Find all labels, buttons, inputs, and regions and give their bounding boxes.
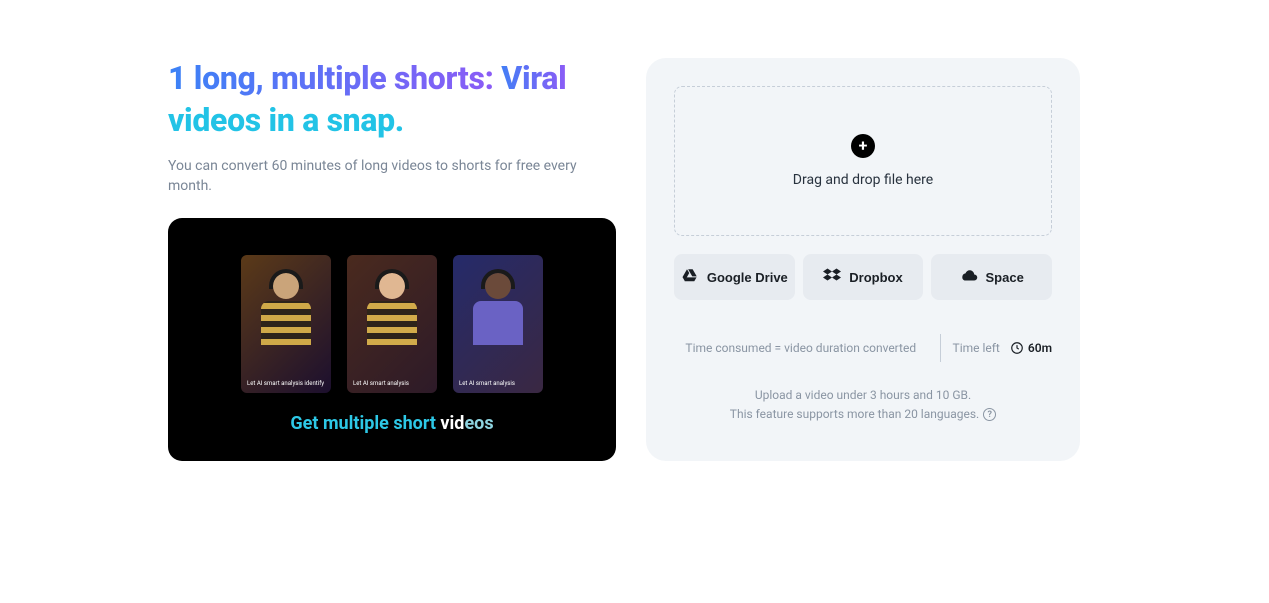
space-button[interactable]: Space [931,254,1052,300]
time-left-block: Time left 60m [953,341,1052,355]
time-left-value: 60m [1028,341,1052,355]
dropbox-button[interactable]: Dropbox [803,254,924,300]
upload-panel: + Drag and drop file here Google Drive D… [646,58,1080,461]
dropzone-text: Drag and drop file here [793,172,933,188]
clock-icon [1010,341,1024,355]
headline-accent-2: Viral [494,59,567,97]
cloud-icon [960,267,978,288]
limits-line2: This feature supports more than 20 langu… [730,405,979,424]
divider [940,334,941,362]
short-caption: Let AI smart analysis [459,380,515,387]
headline-accent: 1 long, multiple shorts: [168,59,494,97]
info-row: Time consumed = video duration converted… [674,334,1052,362]
left-panel: 1 long, multiple shorts: Viral videos in… [168,58,616,461]
google-drive-label: Google Drive [707,270,788,285]
short-caption: Let AI smart analysis [353,380,409,387]
source-row: Google Drive Dropbox Space [674,254,1052,300]
shorts-row: Let AI smart analysis identify Let AI sm… [241,255,543,393]
dropbox-label: Dropbox [849,270,902,285]
short-card: Let AI smart analysis identify [241,255,331,393]
limits-line1: Upload a video under 3 hours and 10 GB. [730,386,996,405]
help-icon[interactable]: ? [983,408,996,421]
dropzone[interactable]: + Drag and drop file here [674,86,1052,236]
preview-caption: Get multiple short videos [290,413,493,434]
preview-video: Let AI smart analysis identify Let AI sm… [168,218,616,461]
time-left-label: Time left [953,341,1000,355]
headline: 1 long, multiple shorts: Viral videos in… [168,58,616,141]
google-drive-button[interactable]: Google Drive [674,254,795,300]
headline-tail: videos in a snap. [168,101,404,139]
short-card: Let AI smart analysis [347,255,437,393]
google-drive-icon [681,267,699,288]
dropbox-icon [823,267,841,288]
plus-icon: + [851,134,875,158]
short-card: Let AI smart analysis [453,255,543,393]
short-caption: Let AI smart analysis identify [247,380,324,387]
limits-text: Upload a video under 3 hours and 10 GB. … [730,386,996,424]
time-consumed-text: Time consumed = video duration converted [674,340,928,357]
space-label: Space [986,270,1024,285]
time-left-pill: 60m [1010,341,1052,355]
subtext: You can convert 60 minutes of long video… [168,157,598,196]
